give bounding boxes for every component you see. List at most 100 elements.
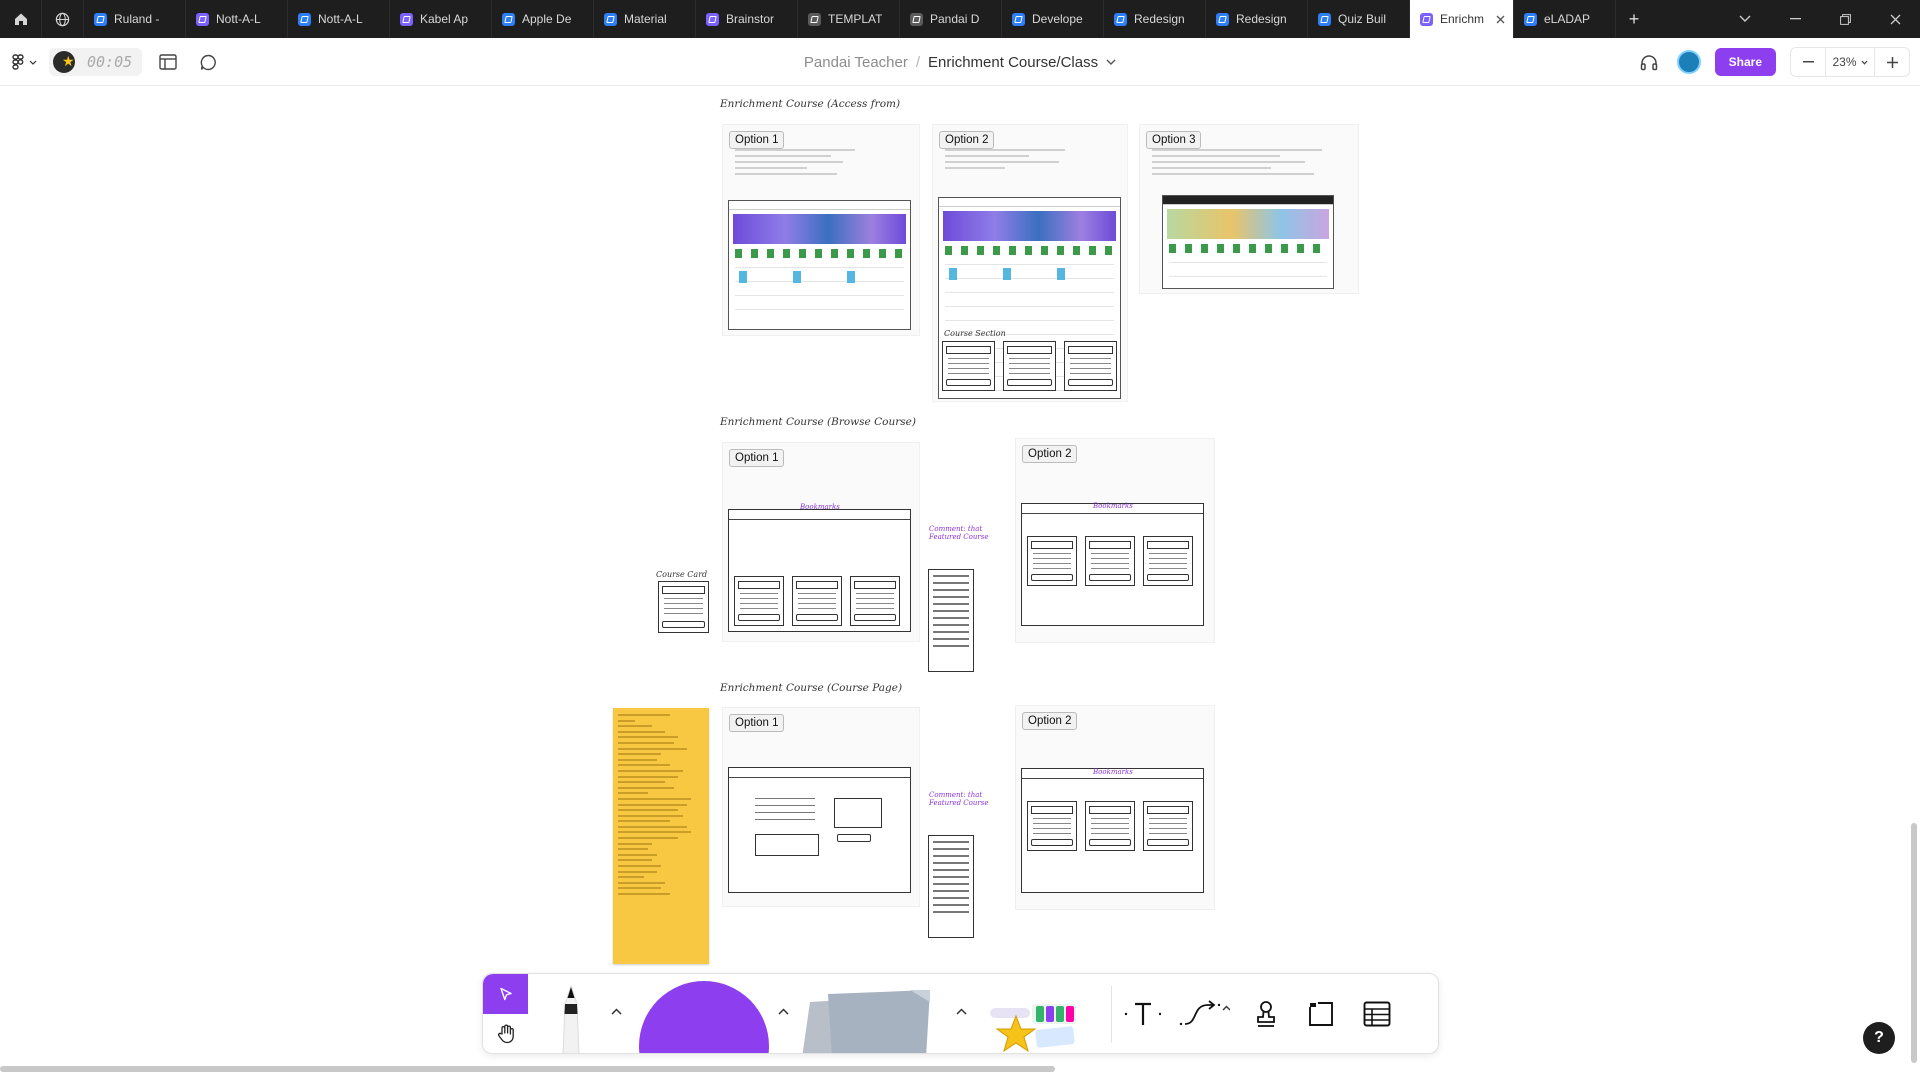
tab-label: Nott-A-L bbox=[318, 12, 363, 26]
layout-button[interactable] bbox=[154, 48, 182, 76]
tab-label: Kabel Ap bbox=[420, 12, 469, 26]
layout-icon bbox=[159, 54, 177, 70]
browser-tab[interactable]: Material bbox=[594, 0, 696, 38]
restore-icon bbox=[1839, 13, 1851, 25]
section-title-browse[interactable]: Enrichment Course (Browse Course) bbox=[720, 416, 916, 428]
chevron-down-icon bbox=[29, 60, 37, 65]
marker-tool-button[interactable] bbox=[551, 984, 591, 1054]
zoom-level: 23% bbox=[1832, 55, 1857, 69]
shape-tool-button[interactable] bbox=[639, 981, 769, 1053]
close-icon bbox=[1890, 14, 1900, 24]
section-title-access[interactable]: Enrichment Course (Access from) bbox=[720, 98, 900, 110]
browser-tab[interactable]: Brainstor bbox=[696, 0, 798, 38]
option-label: Option 2 bbox=[1022, 445, 1078, 463]
team-name[interactable]: Pandai Teacher bbox=[804, 54, 908, 71]
chevron-up-icon[interactable] bbox=[778, 1008, 789, 1015]
text-icon bbox=[1124, 1002, 1162, 1025]
close-window-button[interactable] bbox=[1870, 0, 1920, 38]
zoom-out-button[interactable] bbox=[1791, 48, 1825, 76]
tab-favicon-icon bbox=[1318, 12, 1331, 26]
tab-favicon-icon bbox=[298, 12, 311, 26]
stamps-stickers-button[interactable] bbox=[988, 996, 1083, 1054]
home-button[interactable] bbox=[0, 0, 42, 38]
minimize-button[interactable] bbox=[1770, 0, 1820, 38]
frame-browse-option-1[interactable]: Option 1 bbox=[722, 442, 920, 642]
stamp-tool-button[interactable] bbox=[1246, 994, 1286, 1034]
frame-browse-option-2[interactable]: Option 2 bbox=[1015, 438, 1215, 643]
option-label: Option 1 bbox=[729, 449, 785, 467]
browser-tab[interactable]: Redesign bbox=[1206, 0, 1308, 38]
horizontal-scrollbar[interactable] bbox=[0, 1066, 1055, 1072]
browser-tab[interactable]: Pandai D bbox=[900, 0, 1002, 38]
connector-tool-button[interactable] bbox=[1178, 994, 1230, 1034]
note-lines bbox=[735, 149, 855, 179]
help-button[interactable]: ? bbox=[1863, 1022, 1895, 1054]
browser-tab[interactable]: Kabel Ap bbox=[390, 0, 492, 38]
user-avatar[interactable] bbox=[1676, 50, 1701, 74]
frame-access-option-3[interactable]: Option 3 bbox=[1139, 124, 1359, 294]
file-name[interactable]: Enrichment Course/Class bbox=[928, 54, 1098, 71]
browser-tab[interactable]: Develope bbox=[1002, 0, 1104, 38]
select-tool-button[interactable] bbox=[483, 974, 528, 1014]
frame-access-option-1[interactable]: Option 1 bbox=[722, 124, 920, 336]
connector-icon bbox=[1179, 1000, 1230, 1026]
zoom-menu-button[interactable]: 23% bbox=[1825, 48, 1875, 76]
globe-icon bbox=[55, 12, 70, 26]
globe-button[interactable] bbox=[42, 0, 84, 38]
chevron-down-icon bbox=[1739, 15, 1751, 22]
audio-button[interactable] bbox=[1635, 48, 1663, 76]
tab-favicon-icon bbox=[808, 12, 821, 26]
hand-icon bbox=[497, 1024, 514, 1044]
browser-tab[interactable]: Ruland - bbox=[84, 0, 186, 38]
browser-tab[interactable]: Nott-A-L bbox=[186, 0, 288, 38]
headphones-icon bbox=[1640, 54, 1657, 70]
tab-label: Redesign bbox=[1236, 12, 1287, 26]
new-tab-button[interactable]: + bbox=[1616, 0, 1652, 38]
sticky-note-requirements[interactable] bbox=[613, 708, 709, 964]
text-tool-button[interactable] bbox=[1123, 994, 1163, 1034]
tab-label: Pandai D bbox=[930, 12, 980, 26]
vertical-scrollbar[interactable] bbox=[1911, 823, 1917, 1063]
frame-page-option-1[interactable]: Option 1 bbox=[722, 707, 920, 907]
option-label: Option 1 bbox=[729, 131, 785, 149]
zoom-controls: 23% bbox=[1790, 47, 1910, 77]
browser-tab[interactable]: Apple De bbox=[492, 0, 594, 38]
section-title-course-page[interactable]: Enrichment Course (Course Page) bbox=[720, 682, 902, 694]
chevron-up-icon[interactable] bbox=[956, 1008, 967, 1015]
course-cards-sketch bbox=[942, 341, 1117, 391]
main-menu-button[interactable] bbox=[12, 54, 37, 70]
browser-tab[interactable]: Nott-A-L bbox=[288, 0, 390, 38]
browser-tab[interactable]: TEMPLAT bbox=[798, 0, 900, 38]
close-tab-icon[interactable] bbox=[1496, 12, 1505, 27]
course-card-sketch bbox=[942, 341, 995, 391]
browser-tab[interactable]: Quiz Buil bbox=[1308, 0, 1410, 38]
tab-overflow-button[interactable] bbox=[1720, 0, 1770, 38]
section-tool-button[interactable] bbox=[1301, 994, 1341, 1034]
course-page-sketch bbox=[728, 767, 911, 893]
frame-page-option-2[interactable]: Option 2 bbox=[1015, 705, 1215, 910]
annotation-bookmark: Bookmarks bbox=[1093, 768, 1133, 776]
chevron-up-icon[interactable] bbox=[611, 1008, 622, 1015]
timer-widget[interactable]: 00:05 bbox=[49, 48, 143, 76]
comment-button[interactable] bbox=[194, 48, 222, 76]
zoom-in-button[interactable] bbox=[1875, 48, 1909, 76]
tab-label: Material bbox=[624, 12, 667, 26]
table-tool-button[interactable] bbox=[1357, 994, 1397, 1034]
tab-favicon-icon bbox=[1524, 12, 1537, 26]
whiteboard-canvas[interactable]: Enrichment Course (Access from) Option 1… bbox=[0, 87, 1920, 1080]
restore-button[interactable] bbox=[1820, 0, 1870, 38]
tab-label: Quiz Buil bbox=[1338, 12, 1387, 26]
home-icon bbox=[14, 13, 27, 25]
chevron-down-icon[interactable] bbox=[1106, 59, 1116, 65]
hand-tool-button[interactable] bbox=[483, 1014, 528, 1053]
share-button[interactable]: Share bbox=[1714, 48, 1776, 76]
window-controls bbox=[1720, 0, 1920, 38]
browse-page-sketch bbox=[1021, 503, 1204, 626]
browser-tab[interactable]: Enrichm bbox=[1410, 0, 1514, 38]
tab-list: Ruland - Nott-A-L Nott-A-L Kabel Ap Apple De… bbox=[84, 0, 1616, 38]
option-label: Option 3 bbox=[1146, 131, 1202, 149]
comment-icon bbox=[200, 54, 216, 70]
browser-tab[interactable]: Redesign bbox=[1104, 0, 1206, 38]
sticky-note-tool-button[interactable] bbox=[798, 988, 938, 1054]
browser-tab[interactable]: eLADAP bbox=[1514, 0, 1616, 38]
